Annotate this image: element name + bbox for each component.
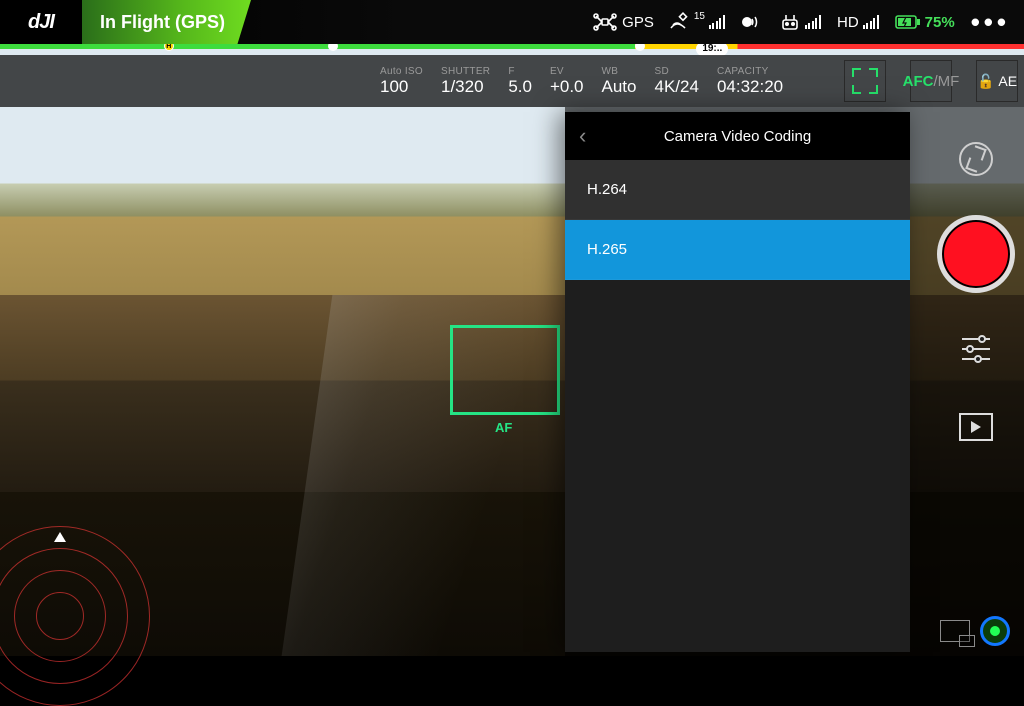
sliders-icon: [962, 335, 990, 363]
switch-mode-icon: [959, 142, 993, 176]
ae-lock-toggle[interactable]: 🔓 AE: [976, 60, 1018, 102]
photo-video-switch[interactable]: [954, 137, 998, 181]
ev-label: EV: [550, 66, 564, 77]
unlock-icon: 🔓: [977, 73, 994, 90]
flight-battery-bar: H 19:..: [0, 44, 1024, 49]
focus-area-button[interactable]: [844, 60, 886, 102]
shutter-param[interactable]: SHUTTER 1/320: [441, 66, 490, 97]
vision-sensor-status[interactable]: [741, 14, 763, 30]
focus-mode-mf: MF: [938, 73, 960, 90]
capacity-value: 04:32:20: [717, 77, 783, 97]
pip-toggle[interactable]: [940, 620, 970, 642]
format-label: SD: [655, 66, 672, 77]
rc-icon: [779, 13, 801, 31]
format-param[interactable]: SD 4K/24: [655, 66, 699, 97]
satellite-count: 15: [694, 11, 705, 22]
gps-label: GPS: [622, 14, 654, 31]
panel-header: ‹ Camera Video Coding: [565, 112, 910, 160]
brand-logo: dJI: [0, 11, 82, 34]
attitude-radar[interactable]: [0, 526, 150, 706]
focus-brackets-icon: [852, 68, 878, 94]
aperture-label: F: [508, 66, 514, 77]
vision-sensor-icon: [741, 14, 763, 30]
format-value: 4K/24: [655, 77, 699, 97]
ev-value: +0.0: [550, 77, 584, 97]
rc-signal-bars: [805, 15, 821, 29]
battery-status[interactable]: 75%: [895, 14, 955, 31]
battery-percent: 75%: [925, 14, 955, 31]
right-tool-rail: [928, 107, 1024, 656]
capacity-label: CAPACITY: [717, 66, 769, 77]
capacity-param[interactable]: CAPACITY 04:32:20: [717, 66, 783, 97]
aperture-param[interactable]: F 5.0: [508, 66, 532, 97]
codec-option-h265[interactable]: H.265: [565, 220, 910, 280]
wb-value: Auto: [602, 77, 637, 97]
iso-label: Auto ISO: [380, 66, 423, 77]
camera-settings-button[interactable]: [954, 327, 998, 371]
overflow-menu-button[interactable]: •••: [971, 7, 1010, 38]
playback-button[interactable]: [954, 405, 998, 449]
back-button[interactable]: ‹: [579, 123, 586, 149]
autofocus-label: AF: [495, 420, 512, 435]
focus-mode-afc: AFC: [903, 73, 934, 90]
iso-param[interactable]: Auto ISO 100: [380, 66, 423, 97]
focus-mode-toggle[interactable]: AFC/MF: [910, 60, 952, 102]
playback-icon: [959, 413, 993, 441]
satellite-signal-bars: [709, 15, 725, 29]
shutter-value: 1/320: [441, 77, 484, 97]
drone-icon: [592, 12, 618, 32]
camera-settings-panel: ‹ Camera Video Coding H.264 H.265: [565, 112, 910, 652]
flight-status-badge[interactable]: In Flight (GPS): [82, 0, 251, 44]
aperture-value: 5.0: [508, 77, 532, 97]
panel-title: Camera Video Coding: [565, 128, 910, 145]
battery-icon: [895, 14, 921, 30]
hd-signal-bars: [863, 15, 879, 29]
ae-label: AE: [998, 73, 1017, 89]
flight-time-pill: 19:..: [696, 42, 728, 56]
hd-label: HD: [837, 14, 859, 31]
map-toggle[interactable]: [980, 616, 1010, 646]
satellite-icon: [670, 12, 690, 32]
record-button[interactable]: [937, 215, 1015, 293]
aircraft-mode-indicator[interactable]: GPS: [592, 12, 654, 32]
autofocus-reticle[interactable]: [450, 325, 560, 415]
wb-label: WB: [602, 66, 619, 77]
wb-param[interactable]: WB Auto: [602, 66, 637, 97]
ev-param[interactable]: EV +0.0: [550, 66, 584, 97]
codec-option-h264[interactable]: H.264: [565, 160, 910, 220]
top-status-bar: dJI In Flight (GPS) GPS 15: [0, 0, 1024, 44]
north-indicator-icon: [54, 532, 66, 542]
rc-signal-status[interactable]: [779, 13, 821, 31]
shutter-label: SHUTTER: [441, 66, 490, 77]
camera-param-strip: Auto ISO 100 SHUTTER 1/320 F 5.0 EV +0.0…: [0, 55, 1024, 107]
satellite-status[interactable]: 15: [670, 12, 725, 32]
iso-value: 100: [380, 77, 408, 97]
hd-signal-status[interactable]: HD: [837, 14, 879, 31]
